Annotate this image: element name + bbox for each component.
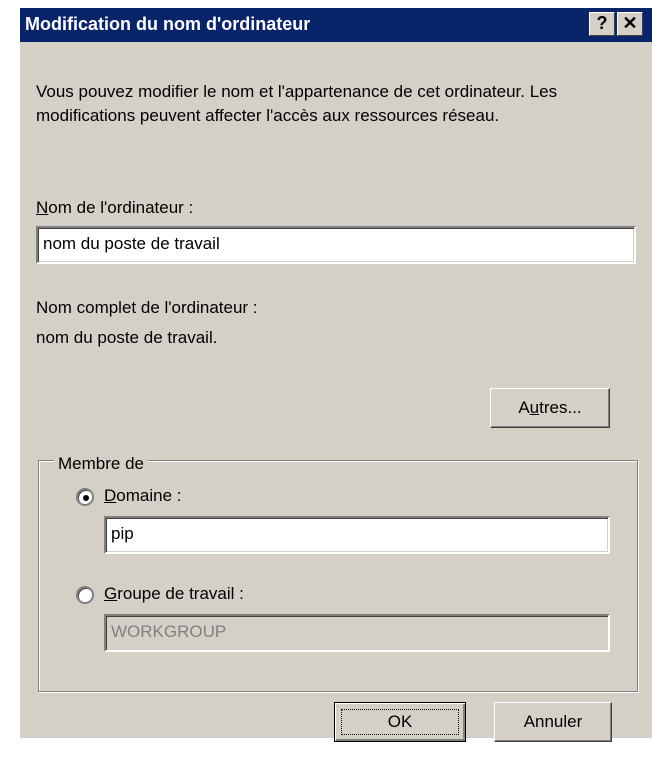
change-computer-name-dialog: Modification du nom d'ordinateur ? ✕ Vou… <box>20 8 652 742</box>
help-icon: ? <box>596 13 608 33</box>
workgroup-input: WORKGROUP <box>104 614 610 652</box>
full-computer-name-value: nom du poste de travail. <box>36 328 218 347</box>
dialog-title: Modification du nom d'ordinateur <box>25 14 311 34</box>
more-button[interactable]: Autres... <box>490 388 610 428</box>
workgroup-label[interactable]: Groupe de travail : <box>104 584 244 604</box>
close-icon: ✕ <box>622 13 638 33</box>
title-bar: Modification du nom d'ordinateur ? ✕ <box>20 8 652 42</box>
intro-text: Vous pouvez modifier le nom et l'apparte… <box>36 82 558 125</box>
domain-radio[interactable] <box>76 488 94 506</box>
full-computer-name-label: Nom complet de l'ordinateur : <box>36 298 258 317</box>
member-of-label: Membre de <box>54 454 148 474</box>
domain-input[interactable]: pip <box>104 516 610 554</box>
computer-name-input[interactable]: nom du poste de travail <box>36 226 636 264</box>
ok-button[interactable]: OK <box>334 702 466 742</box>
computer-name-label: Nom de l'ordinateur : <box>36 198 194 217</box>
focus-rectangle <box>341 709 459 735</box>
help-button[interactable]: ? <box>589 12 615 36</box>
workgroup-radio[interactable] <box>76 586 94 604</box>
domain-label[interactable]: Domaine : <box>104 486 181 506</box>
cancel-button[interactable]: Annuler <box>494 702 612 742</box>
close-button[interactable]: ✕ <box>617 12 643 36</box>
